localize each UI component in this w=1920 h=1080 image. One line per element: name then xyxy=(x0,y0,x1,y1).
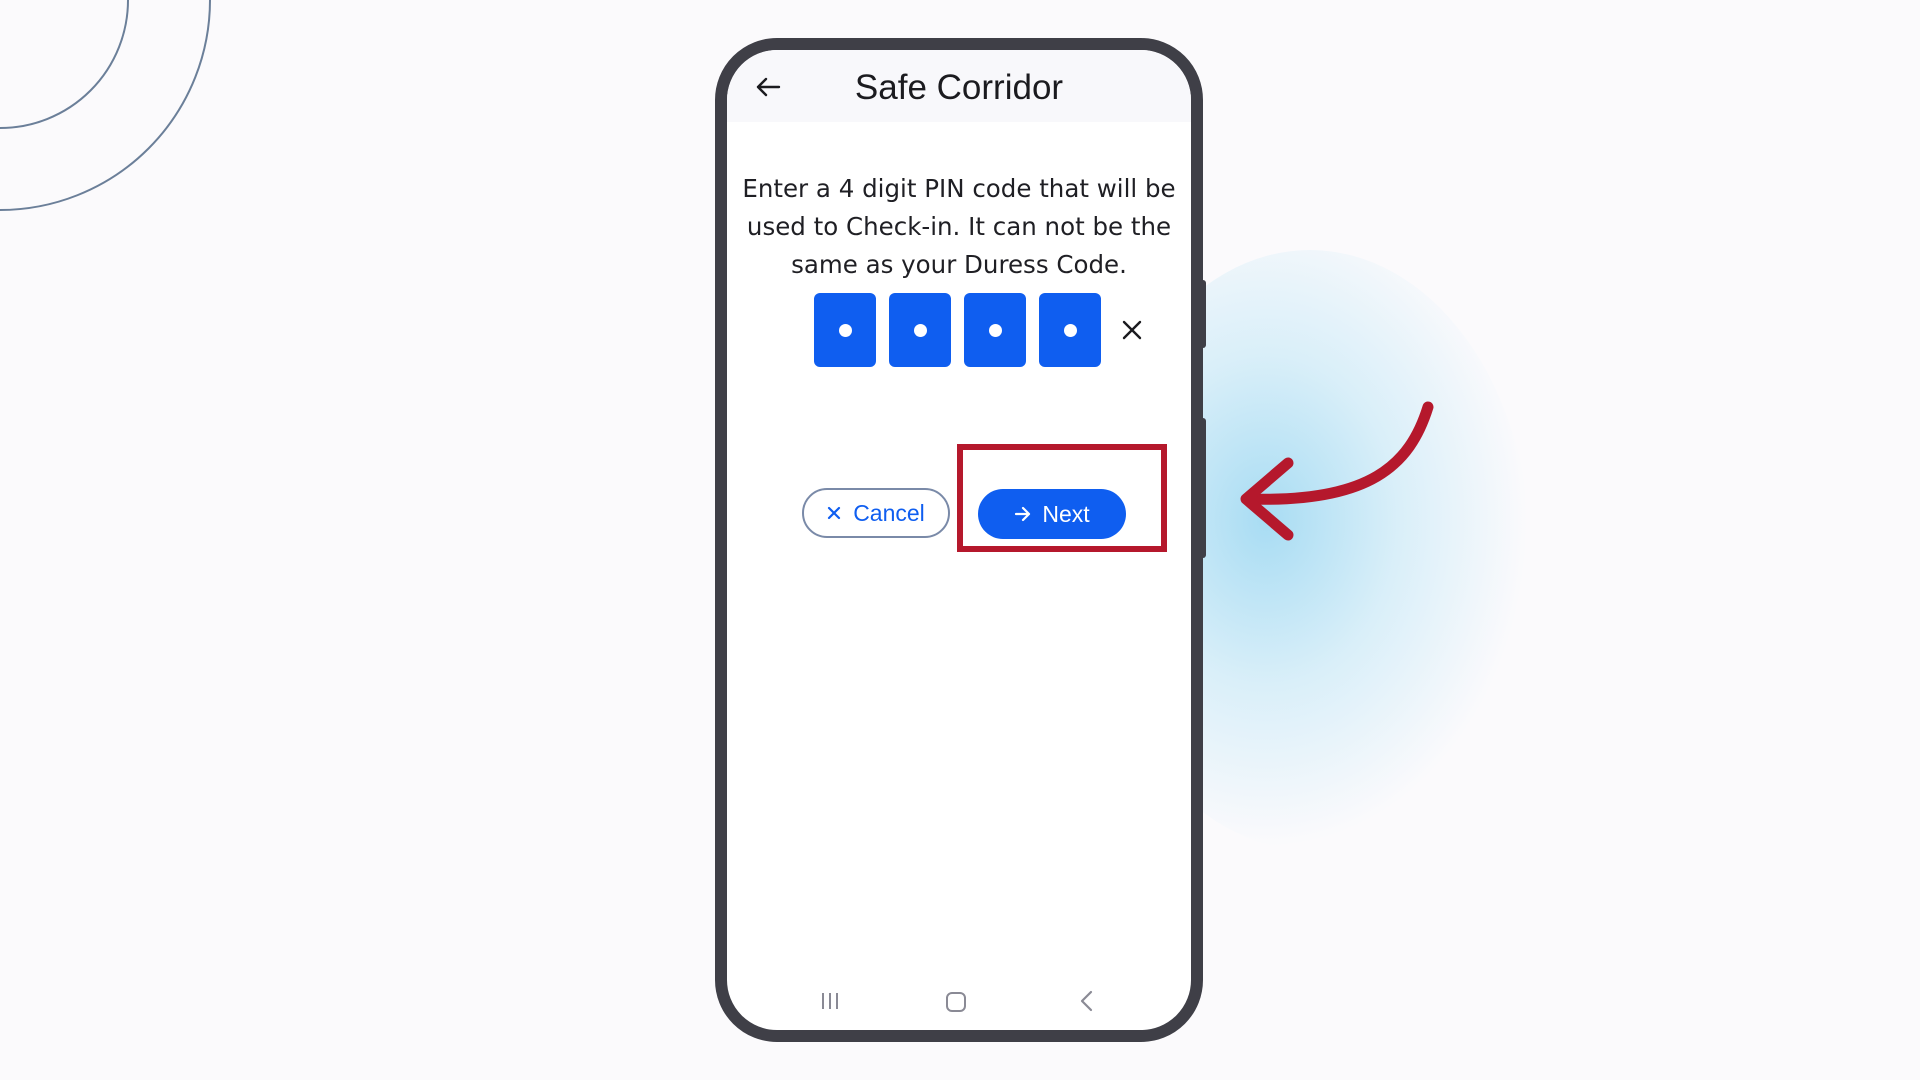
cancel-button[interactable]: Cancel xyxy=(802,488,950,538)
pin-digit-dot xyxy=(988,323,1002,337)
system-navigation-bar xyxy=(727,980,1191,1020)
app-bar: Safe Corridor xyxy=(727,50,1191,122)
page-title: Safe Corridor xyxy=(854,68,1064,107)
pin-digit-box[interactable] xyxy=(889,293,951,367)
pin-digit-dot xyxy=(1063,323,1077,337)
decorative-circles xyxy=(0,0,211,211)
recent-apps-icon[interactable] xyxy=(820,992,840,1010)
close-icon[interactable] xyxy=(1121,319,1143,341)
pin-digit-box[interactable] xyxy=(814,293,876,367)
pin-digit-box[interactable] xyxy=(1039,293,1101,367)
home-icon[interactable] xyxy=(945,991,967,1013)
pin-instruction: Enter a 4 digit PIN code that will be us… xyxy=(742,174,1176,279)
next-button-highlight xyxy=(957,444,1167,552)
pin-digit-dot xyxy=(838,323,852,337)
cancel-button-label: Cancel xyxy=(853,499,925,526)
pin-digit-dot xyxy=(913,323,927,337)
pin-digit-box[interactable] xyxy=(964,293,1026,367)
pointer-arrow-icon xyxy=(1240,401,1434,541)
pin-input[interactable] xyxy=(814,293,1143,367)
chevron-left-icon[interactable] xyxy=(1079,990,1095,1012)
tutorial-stage: Safe Corridor Enter a 4 digit PIN code t… xyxy=(0,0,1920,1080)
close-icon xyxy=(828,506,841,520)
